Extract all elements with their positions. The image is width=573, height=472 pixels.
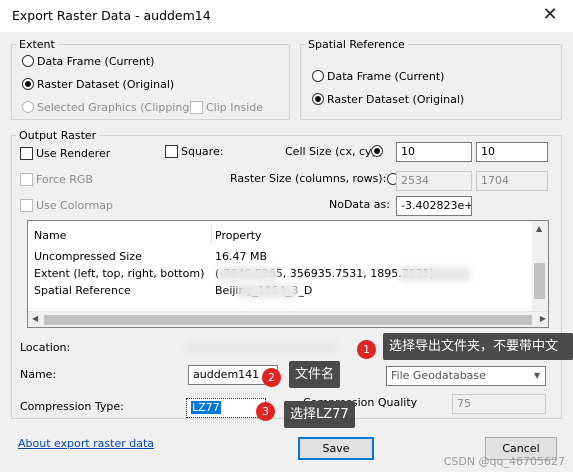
spatial-data-frame-label: Data Frame (Current) <box>327 69 445 83</box>
extent-selected-graphics-radio <box>22 101 34 113</box>
vertical-scrollbar[interactable]: ▲ <box>532 221 548 313</box>
vertical-scroll-thumb[interactable] <box>534 263 545 299</box>
spatial-reference-legend: Spatial Reference <box>308 38 405 51</box>
clip-inside-checkbox <box>190 100 203 114</box>
cell-size-label: Cell Size (cx, cy): <box>285 145 380 158</box>
extent-data-frame-option[interactable]: Data Frame (Current) <box>22 54 154 68</box>
scroll-up-icon[interactable]: ▲ <box>536 224 542 233</box>
raster-size-label: Raster Size (columns, rows): <box>230 172 387 185</box>
row-value-uncompressed-size: 16.47 MB <box>215 250 268 263</box>
about-export-link[interactable]: About export raster data <box>18 437 154 450</box>
horizontal-scrollbar[interactable]: ◀ ▶ <box>28 311 548 327</box>
column-header-name[interactable]: Name <box>34 229 66 242</box>
horizontal-scroll-thumb[interactable] <box>44 315 532 325</box>
cell-size-cy-field[interactable]: 10 <box>476 142 548 162</box>
compression-type-value: LZ77 <box>191 401 221 414</box>
annotation-tooltip-2: 文件名 <box>289 361 341 388</box>
columns-field: 2534 <box>396 171 472 191</box>
row-name-spatial-reference: Spatial Reference <box>34 284 131 297</box>
nodata-field[interactable]: -3.402823e+38 <box>396 196 472 216</box>
chevron-down-icon[interactable]: ▼ <box>534 371 540 380</box>
compression-type-label: Compression Type: <box>20 400 124 413</box>
extent-selected-graphics-option: Selected Graphics (Clipping) <box>22 100 194 114</box>
extent-data-frame-label: Data Frame (Current) <box>37 54 155 68</box>
cell-size-cx-field[interactable]: 10 <box>396 142 472 162</box>
extent-selected-graphics-label: Selected Graphics (Clipping) <box>37 100 194 114</box>
spatial-data-frame-option[interactable]: Data Frame (Current) <box>312 69 444 83</box>
nodata-label: NoData as: <box>329 198 390 211</box>
row-name-uncompressed-size: Uncompressed Size <box>34 250 142 263</box>
square-option[interactable]: Square: <box>165 144 223 158</box>
extent-raster-dataset-label: Raster Dataset (Original) <box>37 77 175 91</box>
use-colormap-label: Use Colormap <box>36 198 114 212</box>
rows-field: 1704 <box>476 171 548 191</box>
column-divider <box>211 225 212 243</box>
clip-inside-option: Clip Inside <box>190 100 263 114</box>
window-title: Export Raster Data - auddem14 <box>12 8 211 23</box>
extent-data-frame-radio[interactable] <box>22 55 34 67</box>
title-bar: Export Raster Data - auddem14 ✕ <box>0 0 573 32</box>
extent-legend: Extent <box>19 38 55 51</box>
square-label: Square: <box>181 144 224 158</box>
column-header-property[interactable]: Property <box>215 229 262 242</box>
redaction-blur <box>400 267 470 281</box>
spatial-data-frame-radio[interactable] <box>312 70 324 82</box>
location-label: Location: <box>20 341 71 354</box>
use-renderer-checkbox[interactable] <box>20 146 33 160</box>
force-rgb-option: Force RGB <box>20 172 93 186</box>
force-rgb-checkbox <box>20 172 33 186</box>
export-raster-dialog: Export Raster Data - auddem14 ✕ Extent D… <box>0 0 573 472</box>
scroll-left-icon[interactable]: ◀ <box>32 314 38 323</box>
spatial-raster-dataset-radio[interactable] <box>312 93 324 105</box>
extent-raster-dataset-radio[interactable] <box>22 78 34 90</box>
use-colormap-checkbox <box>20 198 33 212</box>
close-icon[interactable]: ✕ <box>537 4 563 28</box>
output-raster-legend: Output Raster <box>19 129 97 142</box>
save-button[interactable]: Save <box>298 437 374 460</box>
spatial-raster-dataset-label: Raster Dataset (Original) <box>327 92 465 106</box>
format-dropdown[interactable]: File Geodatabase <box>386 366 546 386</box>
redaction-blur <box>238 284 298 298</box>
cell-size-radio[interactable] <box>371 145 383 157</box>
annotation-badge-3: 3 <box>256 402 275 421</box>
extent-raster-dataset-option[interactable]: Raster Dataset (Original) <box>22 77 174 91</box>
square-checkbox[interactable] <box>165 144 178 158</box>
force-rgb-label: Force RGB <box>36 172 93 186</box>
scroll-right-icon[interactable]: ▶ <box>540 314 546 323</box>
watermark: CSDN @qq_46705627 <box>443 455 565 468</box>
properties-list[interactable]: Name Property Uncompressed Size 16.47 MB… <box>27 220 549 328</box>
use-renderer-option[interactable]: Use Renderer <box>20 146 110 160</box>
name-label: Name: <box>20 368 57 381</box>
row-name-extent: Extent (left, top, right, bottom) <box>34 267 205 280</box>
annotation-badge-1: 1 <box>357 340 376 359</box>
clip-inside-label: Clip Inside <box>206 100 264 114</box>
annotation-tooltip-1: 选择导出文件夹，不要带中文 <box>383 333 573 360</box>
redaction-blur <box>218 267 278 281</box>
use-renderer-label: Use Renderer <box>36 146 111 160</box>
use-colormap-option: Use Colormap <box>20 198 113 212</box>
compression-type-dropdown[interactable]: LZ77 <box>186 398 266 418</box>
spatial-raster-dataset-option[interactable]: Raster Dataset (Original) <box>312 92 464 106</box>
annotation-tooltip-3: 选择LZ77 <box>284 401 355 428</box>
redaction-blur <box>186 341 336 354</box>
annotation-badge-2: 2 <box>262 368 281 387</box>
compression-quality-field: 75 <box>452 394 546 414</box>
